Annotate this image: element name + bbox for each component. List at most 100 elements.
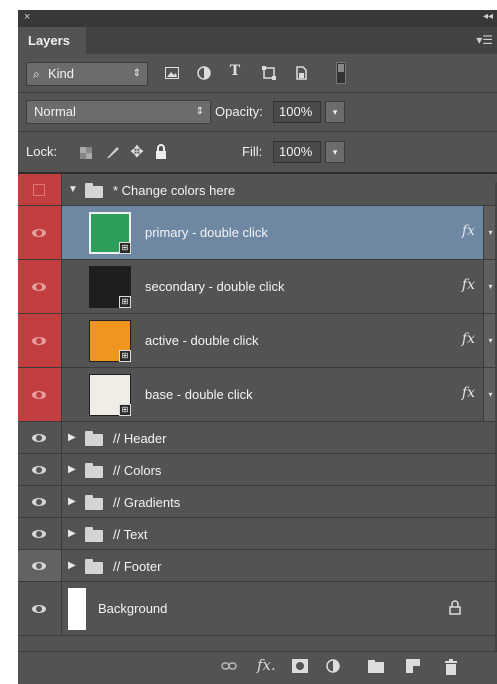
fx-icon[interactable]: fx [462,223,475,239]
collapse-arrow-icon[interactable]: ▶ [68,560,76,571]
kind-label: Kind [48,66,75,81]
layer-name: // Text [113,527,148,542]
filter-row: ⌕ Kind ⇕ T [18,54,497,92]
layer-name: // Gradients [113,495,181,510]
collapse-icon[interactable]: ◂◂ [483,11,493,22]
dropdown-arrow-icon: ⇕ [132,68,141,79]
visibility-toggle[interactable] [18,518,62,549]
blend-mode-dropdown[interactable]: Normal ⇕ [26,100,211,124]
eye-icon [32,498,46,506]
visibility-toggle[interactable] [18,174,62,205]
lock-icon [449,600,461,615]
trash-icon[interactable] [444,659,458,679]
layer-secondary[interactable]: ⊞ secondary - double click fx ▾ [18,260,497,314]
close-icon[interactable]: × [24,11,30,23]
lock-transparent-icon[interactable] [80,147,92,159]
layer-name: base - double click [145,387,253,402]
layer-group-colors[interactable]: ▶ // Colors [18,454,497,486]
kind-filter-dropdown[interactable]: ⌕ Kind ⇕ [26,62,148,86]
adjustment-icon[interactable] [326,659,344,677]
layer-background[interactable]: Background [18,582,497,636]
smart-object-filter-icon[interactable] [293,66,309,80]
fx-icon[interactable]: fx [462,331,475,347]
layer-group-header[interactable]: ▶ // Header [18,422,497,454]
layer-group-footer[interactable]: ▶ // Footer [18,550,497,582]
panel-footer: fx. [18,651,497,684]
layer-name: primary - double click [145,225,268,240]
eye-icon [32,530,46,538]
opacity-slider-button[interactable]: ▾ [325,101,345,123]
visibility-toggle[interactable] [18,582,62,635]
layer-group-gradients[interactable]: ▶ // Gradients [18,486,497,518]
visibility-toggle[interactable] [18,314,62,367]
tab-layers[interactable]: Layers [18,27,86,54]
layers-list: ▼ * Change colors here ⊞ primary - doubl… [18,174,497,651]
lock-all-icon[interactable] [154,144,168,160]
folder-icon [85,431,103,446]
type-filter-icon[interactable]: T [226,63,244,81]
visibility-toggle[interactable] [18,422,62,453]
eye-icon [32,229,46,237]
blend-mode-value: Normal [34,104,76,119]
opacity-label: Opacity: [215,104,263,119]
visibility-toggle[interactable] [18,550,62,581]
smart-object-badge-icon: ⊞ [119,350,131,362]
layer-active[interactable]: ⊞ active - double click fx ▾ [18,314,497,368]
layer-thumbnail [68,588,86,630]
layer-name: // Colors [113,463,162,478]
fx-icon[interactable]: fx [462,385,475,401]
smart-object-badge-icon: ⊞ [119,242,131,254]
layer-base[interactable]: ⊞ base - double click fx ▾ [18,368,497,422]
eye-icon [32,337,46,345]
layer-name: * Change colors here [113,183,236,198]
link-layers-icon[interactable] [221,659,237,677]
layer-primary[interactable]: ⊞ primary - double click fx ▾ [18,206,497,260]
folder-icon [85,495,103,510]
collapse-arrow-icon[interactable]: ▶ [68,496,76,507]
layer-group-text[interactable]: ▶ // Text [18,518,497,550]
smart-object-badge-icon: ⊞ [119,404,131,416]
fill-slider-button[interactable]: ▾ [325,141,345,163]
fill-label: Fill: [242,144,263,159]
folder-icon [85,463,103,478]
collapse-arrow-icon[interactable]: ▶ [68,464,76,475]
tab-bar: Layers ▾☰ [18,27,497,54]
new-group-icon[interactable] [368,659,384,677]
layer-group-change-colors[interactable]: ▼ * Change colors here [18,174,497,206]
eye-icon [32,283,46,291]
layer-name: secondary - double click [145,279,285,294]
visibility-toggle[interactable] [18,454,62,485]
eye-icon [32,434,46,442]
layers-panel: × ◂◂ Layers ▾☰ ⌕ Kind ⇕ T Normal ⇕ Opaci… [18,10,497,684]
opacity-input[interactable]: 100% [273,101,321,123]
visibility-toggle[interactable] [18,206,62,259]
fx-icon[interactable]: fx [462,277,475,293]
fx-icon[interactable]: fx. [257,656,276,674]
collapse-arrow-icon[interactable]: ▶ [68,432,76,443]
adjustment-filter-icon[interactable] [196,66,212,80]
folder-icon [85,527,103,542]
image-filter-icon[interactable] [164,66,180,80]
folder-icon [85,183,103,198]
layer-name: Background [98,601,168,616]
mask-icon[interactable] [292,659,308,677]
expand-arrow-icon[interactable]: ▼ [68,184,78,195]
fill-input[interactable]: 100% [273,141,321,163]
dropdown-arrow-icon: ⇕ [195,106,204,117]
layer-name: // Footer [113,559,162,574]
lock-position-icon[interactable]: ✥ [128,142,146,161]
visibility-toggle[interactable] [18,368,62,421]
new-layer-icon[interactable] [406,659,420,677]
filter-toggle-icon[interactable] [336,62,346,84]
eye-icon [32,562,46,570]
lock-image-icon[interactable] [105,144,121,160]
shape-filter-icon[interactable] [261,66,277,80]
eye-icon [32,466,46,474]
lock-row: Lock: ✥ Fill: 100% ▾ [18,132,497,172]
panel-menu-icon[interactable]: ▾☰ [476,33,493,47]
search-icon: ⌕ [33,67,40,81]
visibility-toggle[interactable] [18,260,62,313]
visibility-toggle[interactable] [18,486,62,517]
collapse-arrow-icon[interactable]: ▶ [68,528,76,539]
layer-name: // Header [113,431,167,446]
